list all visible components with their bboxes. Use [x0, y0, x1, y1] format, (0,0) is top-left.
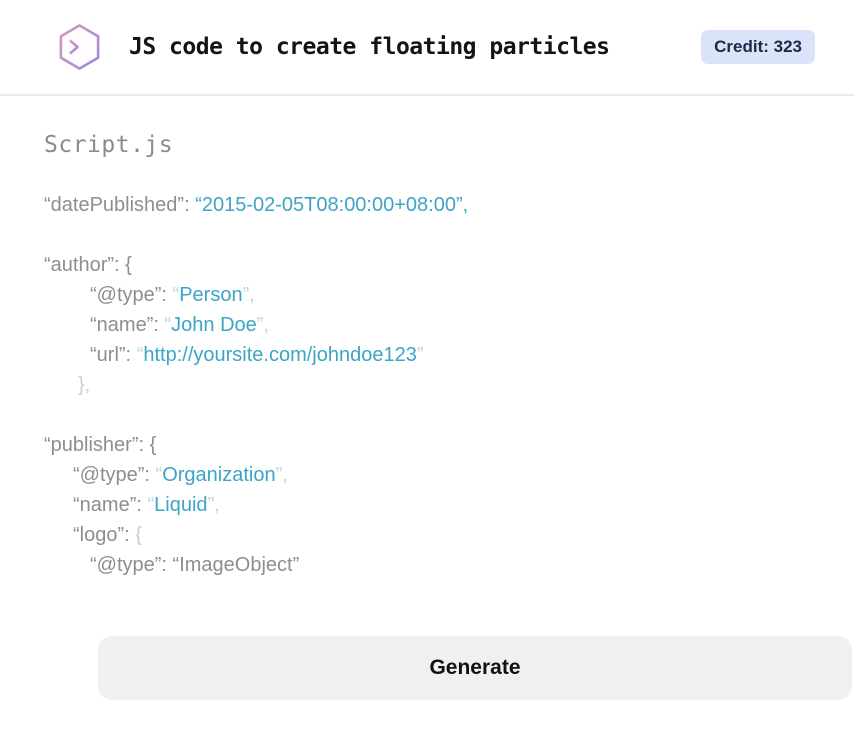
terminal-hexagon-icon	[56, 22, 103, 72]
code-segment: Person	[179, 284, 242, 306]
code-line: “author”: {	[44, 250, 810, 280]
code-segment: ,	[214, 494, 220, 516]
code-blank-line	[44, 220, 810, 250]
file-title: Script.js	[44, 132, 810, 158]
code-line: “datePublished”: “2015-02-05T08:00:00+08…	[44, 190, 810, 220]
code-segment: “author”: {	[44, 254, 132, 276]
code-segment: “2015-02-05T08:00:00+08:00”,	[195, 194, 468, 216]
main-content: Script.js “datePublished”: “2015-02-05T0…	[0, 96, 854, 700]
code-segment: “@type”:	[73, 464, 156, 486]
code-segment: “name”:	[90, 314, 164, 336]
code-segment: http://yoursite.com/johndoe123	[143, 344, 417, 366]
code-segment: “url”:	[90, 344, 137, 366]
code-segment: ”	[417, 344, 424, 366]
code-segment: {	[135, 524, 142, 546]
code-block: “datePublished”: “2015-02-05T08:00:00+08…	[44, 190, 810, 580]
code-line: “name”: “Liquid”,	[44, 490, 810, 520]
code-segment: John Doe	[171, 314, 257, 336]
code-line: “@type”: “ImageObject”	[44, 550, 810, 580]
credit-badge: Credit: 323	[701, 30, 815, 64]
code-segment: “publisher”: {	[44, 434, 156, 456]
code-segment: ,	[282, 464, 288, 486]
code-segment: ,	[263, 314, 269, 336]
code-segment: “datePublished”:	[44, 194, 195, 216]
code-segment: Liquid	[154, 494, 207, 516]
code-line: “url”: “http://yoursite.com/johndoe123”	[44, 340, 810, 370]
code-line: “publisher”: {	[44, 430, 810, 460]
code-line: “@type”: “Person”,	[44, 280, 810, 310]
generate-button[interactable]: Generate	[98, 636, 852, 700]
code-segment: “@type”: “ImageObject”	[90, 554, 299, 576]
page-title: JS code to create floating particles	[129, 34, 701, 60]
code-line: “name”: “John Doe”,	[44, 310, 810, 340]
header: JS code to create floating particles Cre…	[0, 0, 854, 96]
code-line: “@type”: “Organization”,	[44, 460, 810, 490]
code-line: },	[44, 370, 810, 400]
code-segment: “logo”:	[73, 524, 135, 546]
code-segment: “name”:	[73, 494, 147, 516]
code-segment: Organization	[162, 464, 275, 486]
code-segment: },	[78, 374, 90, 396]
code-segment: ,	[249, 284, 255, 306]
code-line: “logo”: {	[44, 520, 810, 550]
code-segment: “@type”:	[90, 284, 173, 306]
code-blank-line	[44, 400, 810, 430]
